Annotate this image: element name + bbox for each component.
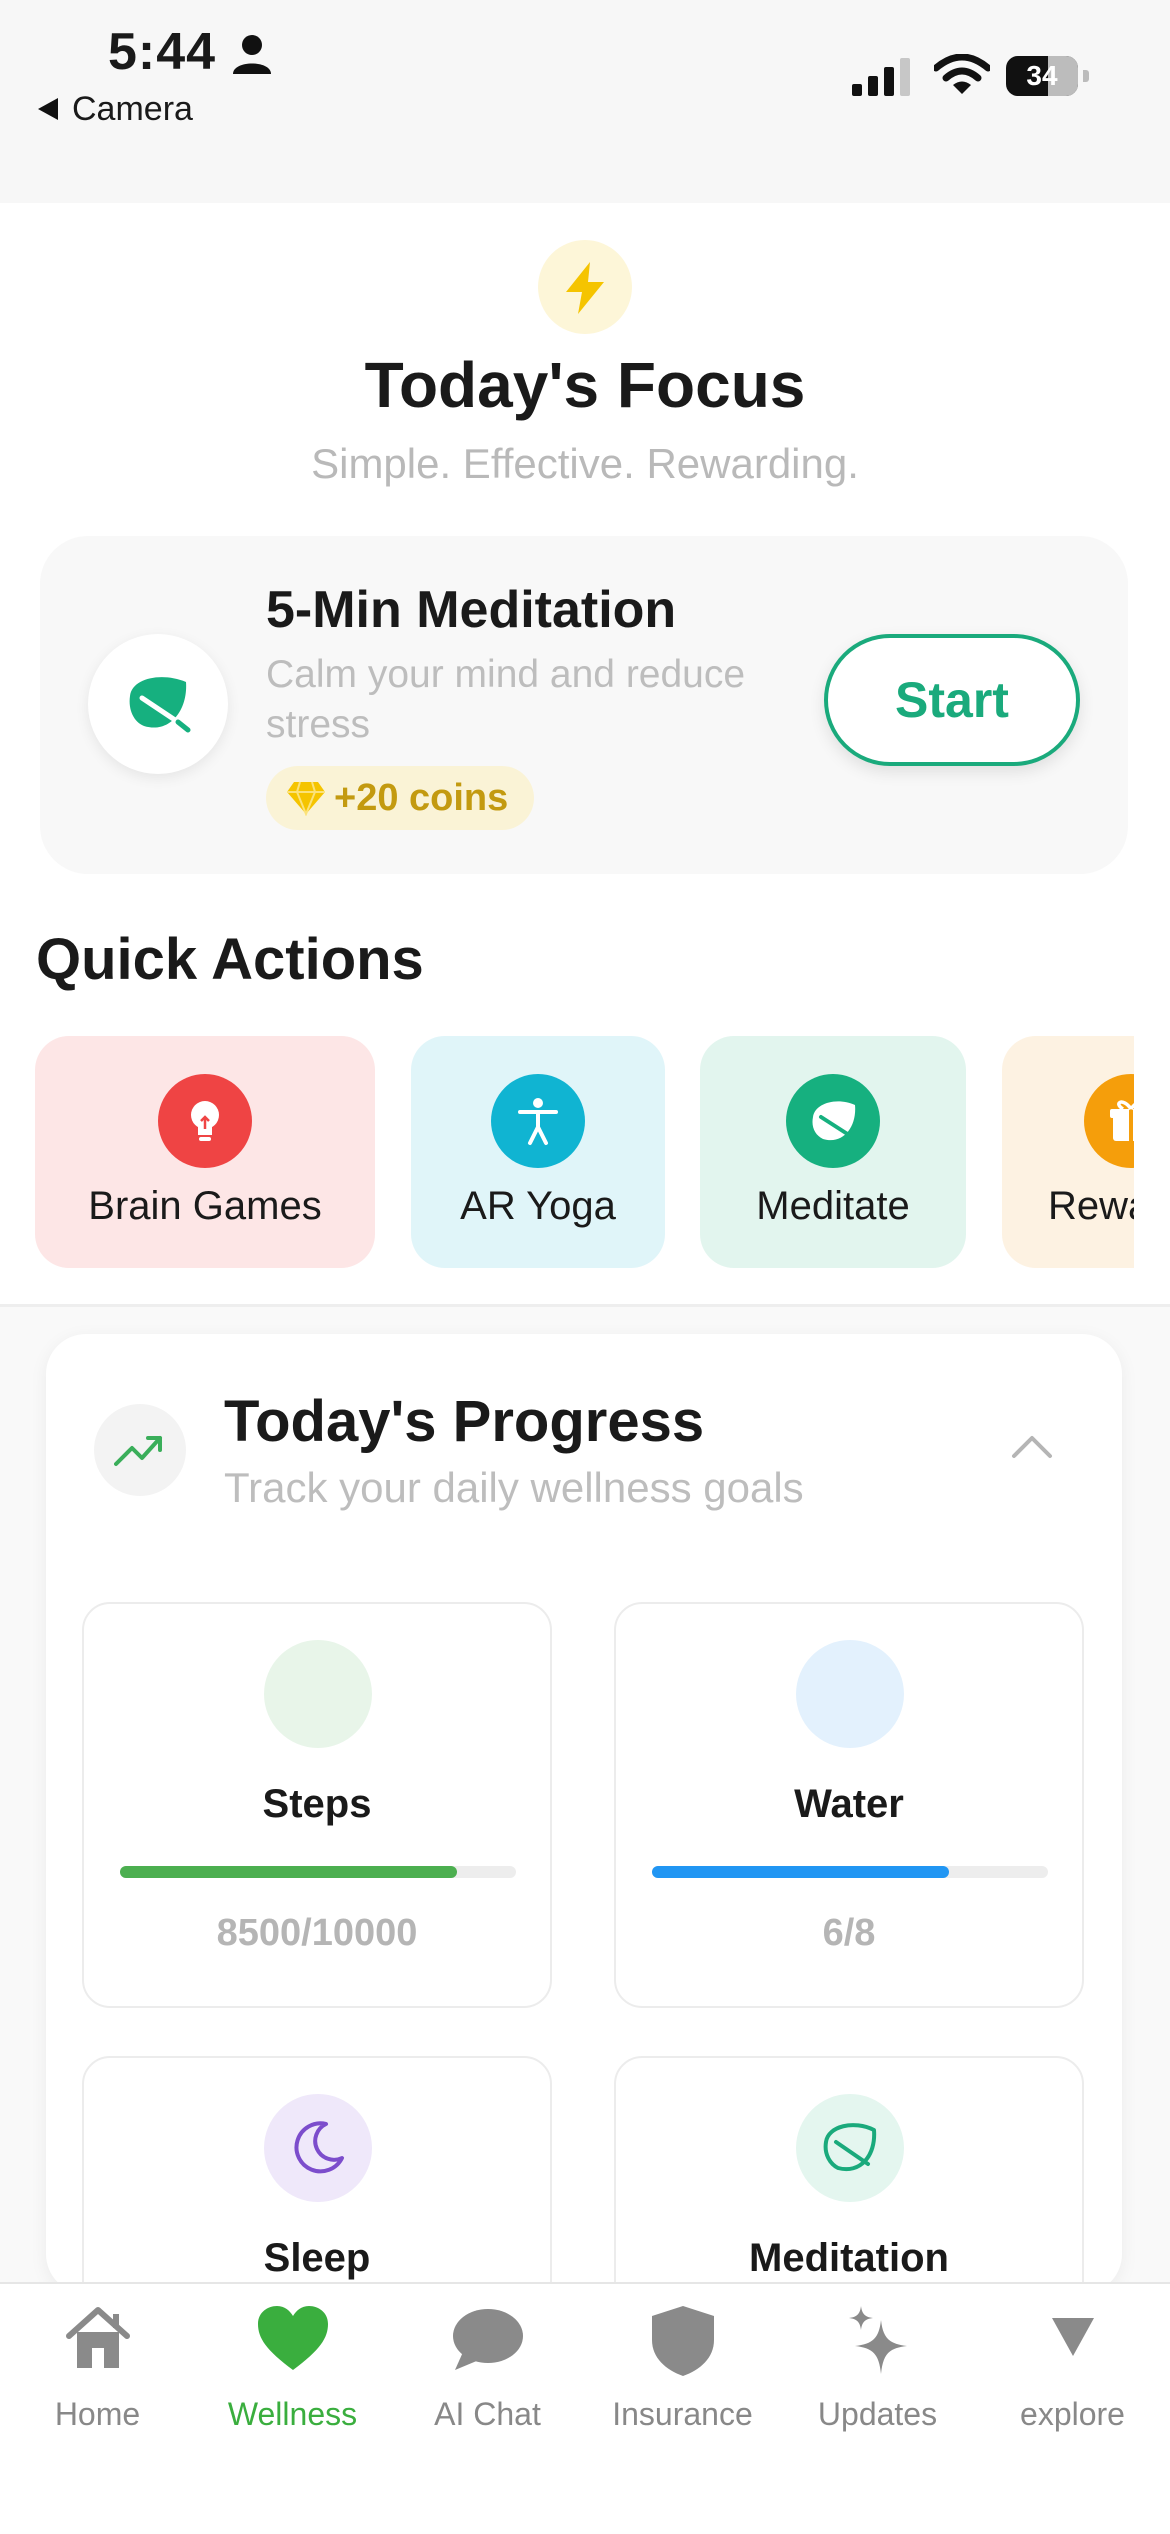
tab-label: AI Chat [434, 2396, 541, 2432]
leaf-outline-icon [823, 2123, 877, 2172]
metric-label: Sleep [263, 2236, 371, 2280]
back-to-camera-link[interactable]: Camera [72, 90, 193, 129]
metric-card-steps[interactable]: Steps 8500/10000 [82, 1602, 552, 2008]
metric-label: Water [794, 1782, 904, 1826]
metric-card-sleep[interactable]: Sleep [82, 2056, 552, 2294]
quick-actions-title: Quick Actions [36, 927, 424, 992]
wifi-icon [934, 54, 990, 94]
tab-wellness[interactable]: Wellness [195, 2284, 390, 2464]
metric-card-meditation[interactable]: Meditation [614, 2056, 1084, 2294]
focus-badge [538, 240, 632, 334]
focus-title: Today's Focus [364, 349, 806, 421]
quick-action-ar-yoga[interactable]: AR Yoga [411, 1036, 665, 1268]
tab-updates[interactable]: Updates [780, 2284, 975, 2464]
battery-nub [1083, 70, 1089, 82]
metric-icon-circle [264, 1640, 372, 1748]
heart-icon [258, 2306, 328, 2370]
battery-indicator: 34 [1006, 56, 1078, 96]
metric-value: 8500/10000 [216, 1912, 418, 1954]
quick-action-label: Meditate [756, 1184, 910, 1228]
person-pose-icon [518, 1098, 558, 1145]
focus-subtitle: Simple. Effective. Rewarding. [311, 440, 859, 487]
triangle-down-icon [1052, 2318, 1094, 2356]
metric-label: Meditation [749, 2236, 949, 2280]
diamond-icon [287, 781, 325, 816]
battery-level: 34 [1026, 60, 1058, 91]
metric-progress-bar [120, 1866, 516, 1878]
progress-subtitle: Track your daily wellness goals [224, 1464, 804, 1511]
metric-progress-fill [652, 1866, 949, 1878]
quick-action-label: AR Yoga [460, 1184, 616, 1228]
tab-insurance[interactable]: Insurance [585, 2284, 780, 2464]
quick-action-meditate[interactable]: Meditate [700, 1036, 966, 1268]
progress-card: Today's Progress Track your daily wellne… [46, 1334, 1122, 2294]
trending-up-icon [114, 1436, 162, 1466]
gift-icon [1110, 1100, 1134, 1141]
quick-action-icon-circle [786, 1074, 880, 1168]
quick-action-label: Rewa [1048, 1184, 1134, 1228]
sparkle-icon [849, 2306, 907, 2374]
tab-ai-chat[interactable]: AI Chat [390, 2284, 585, 2464]
quick-action-brain-games[interactable]: Brain Games [35, 1036, 375, 1268]
meditation-card[interactable]: 5-Min Meditation Calm your mind and redu… [40, 536, 1128, 874]
metric-progress-fill [120, 1866, 457, 1878]
lightning-icon [566, 262, 604, 314]
quick-action-icon-circle [491, 1074, 585, 1168]
tab-label: Insurance [612, 2396, 753, 2432]
status-time: 5:44 [108, 23, 217, 81]
meditation-description: Calm your mind and reduce stress [266, 653, 746, 746]
lightbulb-icon [191, 1101, 219, 1141]
metric-icon-circle [264, 2094, 372, 2202]
meditation-icon-circle [88, 634, 228, 774]
status-bar: 5:44 Camera 34 [0, 0, 1170, 203]
metric-card-water[interactable]: Water 6/8 [614, 1602, 1084, 2008]
metric-icon-circle [796, 1640, 904, 1748]
shield-icon [652, 2306, 714, 2376]
tab-label: explore [1020, 2396, 1125, 2432]
coins-amount: +20 coins [334, 776, 509, 819]
meditation-title: 5-Min Meditation [266, 581, 677, 639]
quick-action-rewards[interactable]: Rewa [1002, 1036, 1134, 1268]
quick-action-icon-circle [1084, 1074, 1134, 1168]
tab-label: Home [54, 2396, 141, 2432]
start-meditation-button[interactable]: Start [824, 634, 1080, 766]
home-icon [66, 2307, 130, 2368]
leaf-icon [812, 1101, 856, 1141]
chat-bubble-icon [453, 2309, 523, 2370]
progress-title: Today's Progress [224, 1389, 705, 1454]
bottom-tab-bar: Home Wellness AI Chat Insurance Updates … [0, 2282, 1170, 2534]
quick-action-icon-circle [158, 1074, 252, 1168]
tab-explore[interactable]: explore [975, 2284, 1170, 2464]
tab-home[interactable]: Home [0, 2284, 195, 2464]
chevron-up-icon[interactable] [1010, 1432, 1054, 1460]
metric-value: 6/8 [822, 1912, 876, 1954]
metric-label: Steps [262, 1782, 372, 1826]
metric-icon-circle [796, 2094, 904, 2202]
cellular-signal-icon [852, 58, 910, 96]
back-caret-icon[interactable] [38, 98, 58, 120]
tab-label: Updates [817, 2396, 938, 2432]
moon-icon [294, 2121, 344, 2174]
trend-icon-circle [94, 1404, 186, 1496]
tab-label: Wellness [227, 2396, 358, 2432]
metric-progress-bar [652, 1866, 1048, 1878]
leaf-icon [129, 677, 191, 733]
quick-action-label: Brain Games [88, 1184, 322, 1228]
person-icon [233, 35, 271, 74]
quick-actions-scroller[interactable]: Brain Games AR Yoga Meditate Rew [0, 1036, 1134, 1268]
coins-reward-badge: +20 coins [266, 766, 535, 830]
